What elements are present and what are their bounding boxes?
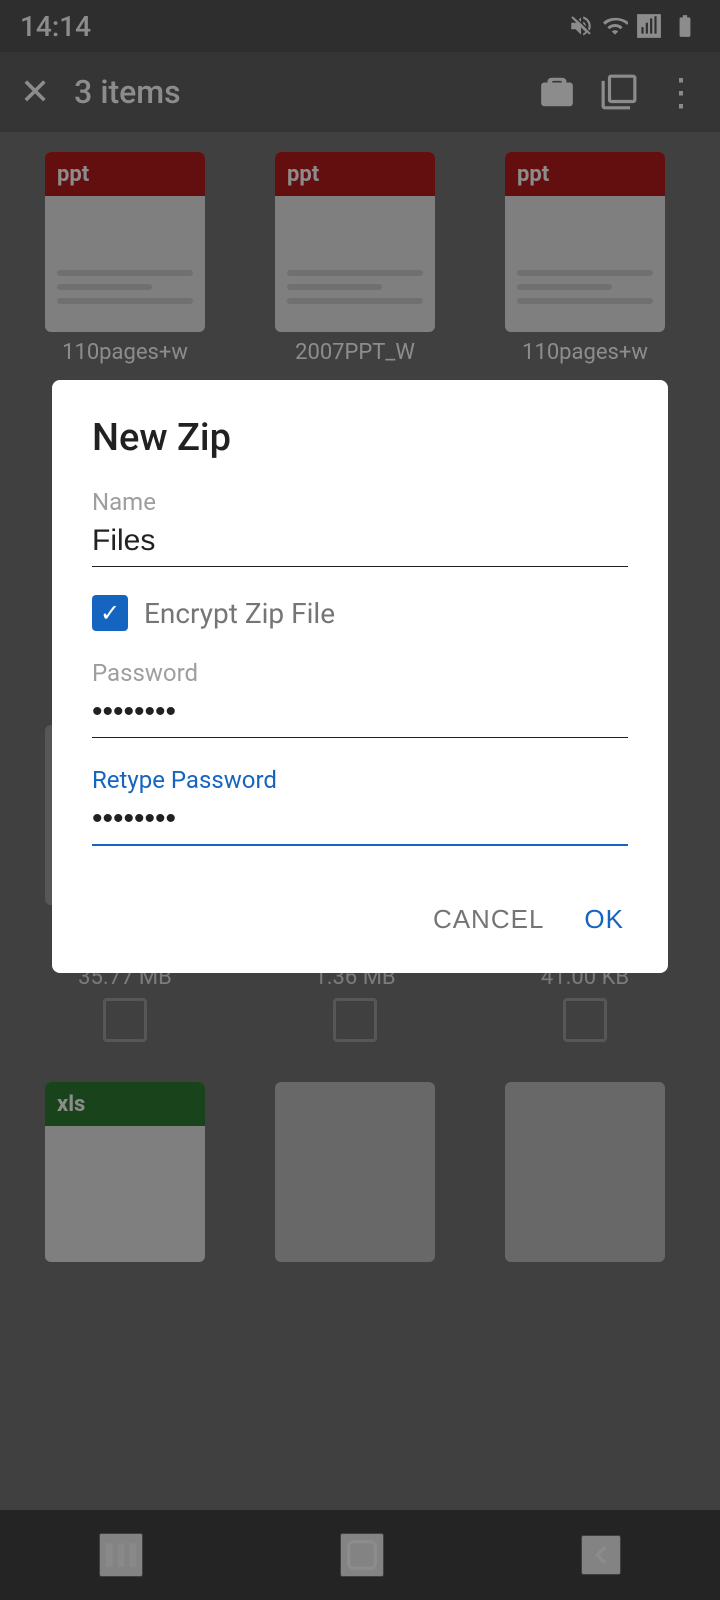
cancel-button[interactable]: CANCEL [429, 894, 548, 945]
retype-label: Retype Password [92, 766, 628, 794]
retype-password-input[interactable] [92, 802, 628, 846]
encrypt-row: ✓ Encrypt Zip File [92, 595, 628, 631]
password-input[interactable] [92, 695, 628, 738]
dialog-title: New Zip [92, 416, 628, 460]
dialog-buttons: CANCEL OK [92, 894, 628, 945]
name-input[interactable] [92, 524, 628, 567]
encrypt-checkbox[interactable]: ✓ [92, 595, 128, 631]
new-zip-dialog: New Zip Name ✓ Encrypt Zip File Password… [52, 380, 668, 973]
name-label: Name [92, 488, 628, 516]
ok-button[interactable]: OK [580, 894, 628, 945]
encrypt-label: Encrypt Zip File [144, 597, 335, 630]
password-label: Password [92, 659, 628, 687]
checkmark-icon: ✓ [100, 599, 120, 627]
